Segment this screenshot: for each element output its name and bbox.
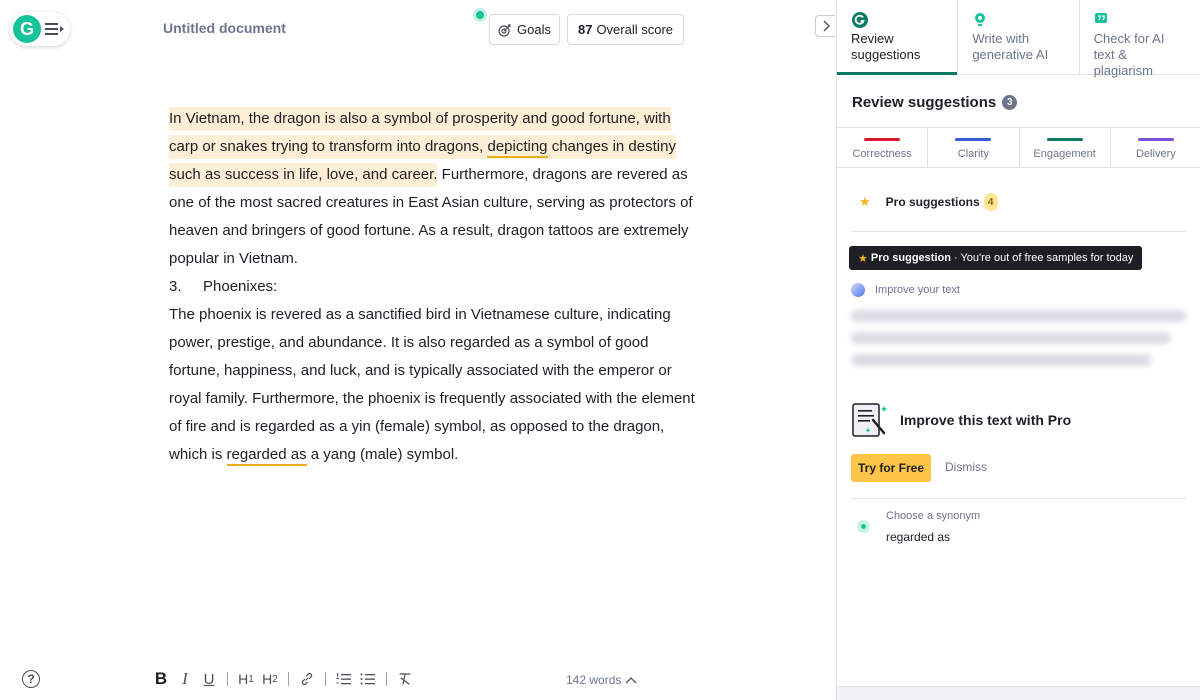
category-clarity[interactable]: Clarity [928,128,1020,167]
assistant-panel: Review suggestions Write with generative… [836,0,1200,700]
pro-suggestions-row[interactable]: ★ Pro suggestions 4 [859,193,998,211]
word-count: 142 words [566,673,622,687]
synonym-suggestion-card[interactable]: Choose a synonym regarded as [857,510,980,544]
pro-card-title: Improve this text with Pro [900,412,1072,428]
review-suggestions-header: Review suggestions 3 [852,94,1018,111]
bulleted-list-icon [360,673,375,685]
paragraph-phoenix[interactable]: The phoenix is revered as a sanctified b… [169,301,699,469]
section-title: Review suggestions [852,94,997,111]
chevron-up-icon [625,677,637,684]
pro-count-badge: 4 [983,193,998,211]
toolbar-divider [325,672,326,686]
formatting-toolbar: B I U H1 H2 [153,669,413,689]
numbered-list-icon [336,673,351,685]
heading1-button[interactable]: H1 [238,669,254,689]
toolbar-divider [386,672,387,686]
improve-label: Improve your text [875,284,960,296]
list-number: 3. [169,278,182,295]
goals-label: Goals [517,22,551,37]
suggestion-depicting[interactable]: depicting [487,138,548,158]
list-text: Phoenixes: [203,278,278,295]
grammarly-menu-button[interactable]: G [10,12,70,46]
document-title[interactable]: Untitled document [163,20,286,36]
paragraph-dragon[interactable]: In Vietnam, the dragon is also a symbol … [169,105,699,273]
pro-upsell-card: Improve this text with Pro [851,400,1071,440]
bold-button[interactable]: B [153,669,169,689]
dismiss-button[interactable]: Dismiss [945,460,987,474]
panel-tabs: Review suggestions Write with generative… [837,0,1200,78]
tab-review-suggestions[interactable]: Review suggestions [837,0,959,75]
clear-formatting-icon [399,673,411,685]
lightbulb-icon [975,13,986,26]
grammarly-g-icon [852,12,868,28]
quote-icon [1094,13,1107,23]
engagement-dot-icon [857,520,870,533]
goals-button[interactable]: Goals [489,14,560,45]
underline-button[interactable]: U [201,669,217,689]
category-correctness[interactable]: Correctness [837,128,929,167]
divider [851,498,1186,499]
link-icon [301,673,313,685]
panel-footer [837,686,1200,700]
toolbar-divider [288,672,289,686]
document-body[interactable]: In Vietnam, the dragon is also a symbol … [169,105,699,469]
category-engagement[interactable]: Engagement [1020,128,1111,167]
grammarly-logo-icon: G [13,15,41,43]
clarity-bar [955,138,992,141]
engagement-bar [1046,138,1083,141]
suggestion-count-badge: 3 [1002,95,1018,110]
tab-ai-plagiarism[interactable]: Check for AI text & plagiarism [1080,0,1200,78]
italic-button[interactable]: I [177,669,193,689]
link-button[interactable] [299,669,315,689]
overall-score-button[interactable]: 87 Overall score [567,14,684,45]
list-item[interactable]: 3. Phoenixes: [169,273,699,301]
bulleted-list-button[interactable] [360,669,376,689]
improve-text-row[interactable]: Improve your text [851,283,960,297]
heading2-button[interactable]: H2 [262,669,278,689]
toolbar-divider [227,672,228,686]
status-indicator [473,8,487,22]
tab-generative-ai[interactable]: Write with generative AI [958,0,1080,74]
delivery-bar [1137,138,1174,141]
blurred-preview [851,310,1186,376]
pro-suggestions-label: Pro suggestions [885,195,980,209]
editor-area: G Untitled document Goals 87 Overall sco… [0,0,836,700]
document-wand-icon [852,403,887,437]
divider [851,231,1186,232]
collapse-panel-button[interactable] [815,15,835,37]
star-icon: ★ [859,194,871,209]
category-filters: Correctness Clarity Engagement Delivery [837,127,1200,168]
category-delivery[interactable]: Delivery [1111,128,1200,167]
star-icon: ★ [858,252,868,265]
chevron-right-icon [823,20,830,32]
score-value: 87 [577,22,593,37]
help-icon[interactable]: ? [22,670,40,688]
pro-suggestion-tooltip: ★ Pro suggestion · You're out of free sa… [849,246,1143,270]
synonym-value: regarded as [886,530,951,544]
clear-formatting-button[interactable] [397,669,413,689]
correctness-bar [864,138,901,141]
menu-icon [45,23,64,35]
numbered-list-button[interactable] [336,669,352,689]
synonym-label: Choose a synonym [886,510,981,522]
suggestion-regarded-as[interactable]: regarded as [226,446,307,466]
word-count-button[interactable]: 142 words [566,673,637,687]
target-icon [498,23,511,37]
ai-sparkle-icon [851,283,865,297]
try-for-free-button[interactable]: Try for Free [851,454,931,482]
score-label: Overall score [596,22,674,37]
